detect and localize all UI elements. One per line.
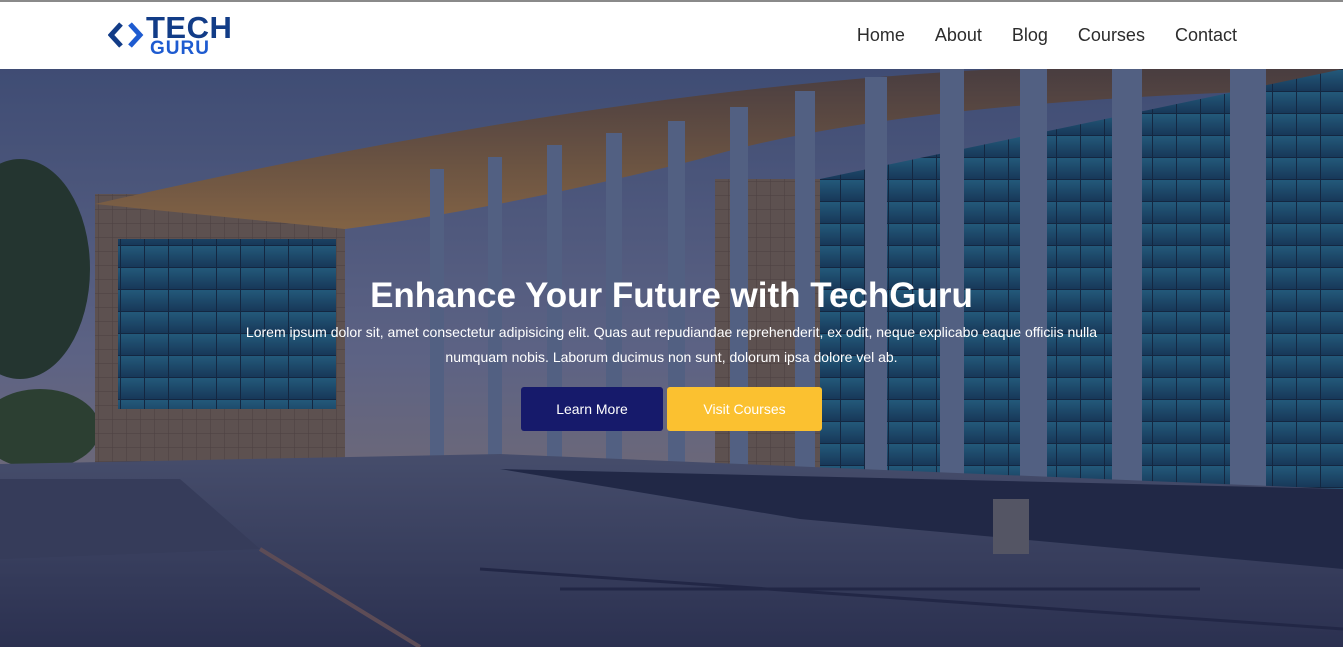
nav-contact[interactable]: Contact [1175, 25, 1237, 46]
hero-section: Enhance Your Future with TechGuru Lorem … [0, 69, 1343, 647]
nav-about[interactable]: About [935, 25, 982, 46]
nav-blog[interactable]: Blog [1012, 25, 1048, 46]
main-nav: Home About Blog Courses Contact [827, 2, 1237, 69]
visit-courses-button[interactable]: Visit Courses [667, 387, 822, 431]
nav-home[interactable]: Home [857, 25, 905, 46]
hero-buttons: Learn More Visit Courses [521, 387, 822, 431]
hero-description: Lorem ipsum dolor sit, amet consectetur … [245, 324, 1098, 365]
nav-courses[interactable]: Courses [1078, 25, 1145, 46]
navbar: TECH GURU Home About Blog Courses Contac… [0, 2, 1343, 69]
logo[interactable]: TECH GURU [108, 12, 238, 59]
code-brackets-icon [108, 22, 144, 48]
hero-title: Enhance Your Future with TechGuru [370, 276, 973, 315]
learn-more-button[interactable]: Learn More [521, 387, 663, 431]
logo-text-guru: GURU [150, 38, 210, 59]
